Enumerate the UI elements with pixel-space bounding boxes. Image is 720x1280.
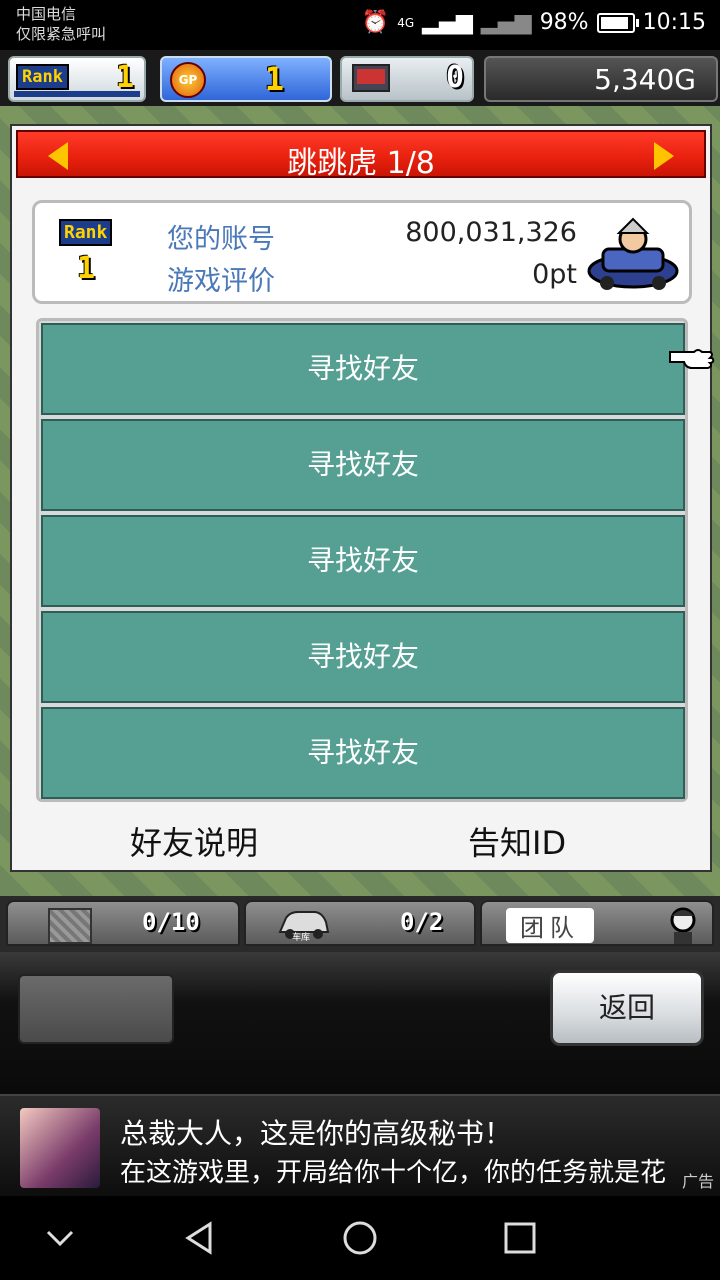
empty-slot — [18, 974, 174, 1044]
find-friend-button[interactable]: 寻找好友 — [41, 515, 685, 607]
friend-help-link[interactable]: 好友说明 — [130, 818, 258, 864]
garage-car-icon: 车库 — [278, 911, 330, 942]
battery-fill — [600, 16, 628, 29]
dialog-title-bar: 跳跳虎 1/8 — [16, 130, 706, 181]
action-panel: 返回 — [0, 952, 720, 1094]
bottom-toolbar: 0/10 车库 0/2 团队 — [0, 896, 720, 952]
next-page-arrow-icon[interactable] — [654, 142, 674, 170]
clock: 10:15 — [642, 10, 706, 35]
ad-headline: 总裁大人，这是你的高级秘书！ — [120, 1117, 513, 1150]
gp-panel[interactable]: GP 1 — [160, 56, 332, 102]
person-icon — [670, 907, 696, 944]
dialog-title: 跳跳虎 1/8 — [287, 146, 435, 181]
team-label: 团队 — [506, 908, 594, 943]
game-top-bar: Rank 1 GP 1 0 5,340G — [0, 50, 720, 106]
computer-value: 0 — [445, 60, 464, 95]
team-tab[interactable]: 团队 — [480, 900, 714, 946]
rank-value: 1 — [115, 60, 134, 95]
ad-description: 在这游戏里，开局给你十个亿，你的任务就是花 — [120, 1158, 667, 1188]
find-friend-button[interactable]: 寻找好友 — [41, 419, 685, 511]
storage-tab[interactable]: 0/10 — [6, 900, 240, 946]
rating-value: 0pt — [532, 259, 577, 290]
find-friend-button[interactable]: 寻找好友 — [41, 611, 685, 703]
status-right: ⏰ 4G ▂▄▆ ▂▄▆ 98% 10:15 — [362, 10, 706, 35]
ad-thumbnail[interactable] — [20, 1108, 100, 1188]
signal-icon: ▂▄▆ — [422, 10, 473, 35]
battery-icon — [596, 12, 639, 33]
gold-amount: 5,340G — [594, 63, 696, 96]
car-avatar-icon — [587, 217, 679, 290]
dialog-links: 好友说明 告知ID — [22, 818, 702, 866]
computer-panel[interactable]: 0 — [340, 56, 474, 102]
ad-banner[interactable]: 总裁大人，这是你的高级秘书！ 在这游戏里，开局给你十个亿，你的任务就是花 广告 — [0, 1094, 720, 1198]
profile-rank-value: 1 — [77, 251, 96, 286]
gold-panel: 5,340G — [484, 56, 718, 102]
emergency-only: 仅限紧急呼叫 — [16, 25, 107, 43]
back-button[interactable]: 返回 — [550, 970, 704, 1046]
notify-id-link[interactable]: 告知ID — [468, 818, 566, 864]
friend-dialog: 跳跳虎 1/8 Rank 1 您的账号 800,031,326 游戏评价 0pt… — [10, 124, 712, 872]
alarm-icon: ⏰ — [361, 10, 390, 35]
chevron-down-icon[interactable] — [38, 1216, 82, 1260]
profile-card: Rank 1 您的账号 800,031,326 游戏评价 0pt — [32, 200, 692, 304]
rank-bar — [14, 91, 140, 97]
pointer-hand-icon — [669, 349, 715, 369]
status-bar: 中国电信 仅限紧急呼叫 ⏰ 4G ▂▄▆ ▂▄▆ 98% 10:15 — [0, 0, 720, 50]
battery-percent: 98% — [539, 10, 589, 35]
recent-apps-icon[interactable] — [498, 1216, 542, 1260]
network-type: 4G — [397, 15, 415, 30]
storage-count: 0/10 — [142, 908, 200, 936]
gp-value: 1 — [264, 60, 284, 98]
gp-coin-icon: GP — [170, 62, 206, 98]
carrier-info: 中国电信 仅限紧急呼叫 — [16, 4, 106, 44]
signal-off-icon: ▂▄▆ — [480, 10, 532, 35]
computer-icon — [352, 64, 390, 92]
garage-label: 车库 — [292, 931, 310, 942]
rating-label: 游戏评价 — [167, 266, 275, 297]
account-label: 您的账号 — [167, 224, 275, 255]
profile-rank-badge: Rank — [59, 219, 113, 246]
ad-tag: 广告 — [681, 1172, 714, 1191]
back-triangle-icon[interactable] — [178, 1216, 222, 1260]
find-friend-button[interactable]: 寻找好友 — [41, 707, 685, 799]
friend-list: 寻找好友 寻找好友 寻找好友 寻找好友 寻找好友 — [36, 318, 688, 802]
rank-panel[interactable]: Rank 1 — [8, 56, 146, 102]
find-friend-button[interactable]: 寻找好友 — [41, 323, 685, 415]
home-circle-icon[interactable] — [338, 1216, 382, 1260]
crate-icon — [48, 908, 92, 944]
account-value: 800,031,326 — [405, 217, 577, 248]
carrier-name: 中国电信 — [16, 5, 77, 23]
garage-count: 0/2 — [400, 908, 444, 936]
rank-badge: Rank — [16, 64, 69, 90]
system-nav-bar — [0, 1196, 720, 1280]
garage-tab[interactable]: 车库 0/2 — [244, 900, 476, 946]
